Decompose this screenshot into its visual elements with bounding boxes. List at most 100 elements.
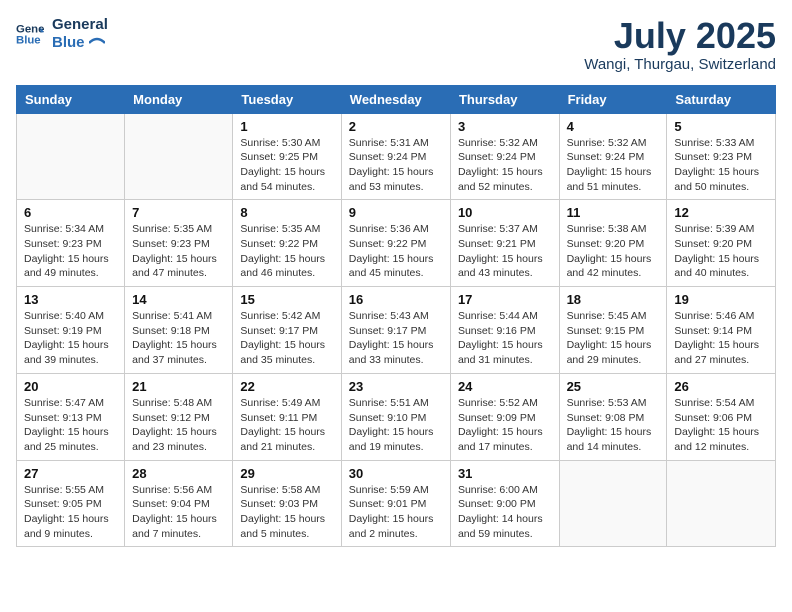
calendar-cell: 5 Sunrise: 5:33 AMSunset: 9:23 PMDaylight… (667, 113, 776, 200)
day-number: 11 (567, 205, 660, 220)
day-info: Sunrise: 5:30 AMSunset: 9:25 PMDaylight:… (240, 136, 333, 195)
day-info: Sunrise: 5:58 AMSunset: 9:03 PMDaylight:… (240, 483, 333, 542)
month-year-title: July 2025 (584, 16, 776, 56)
weekday-header-tuesday: Tuesday (233, 85, 341, 113)
day-number: 4 (567, 119, 660, 134)
calendar-cell: 12 Sunrise: 5:39 AMSunset: 9:20 PMDayligh… (667, 200, 776, 287)
day-info: Sunrise: 5:53 AMSunset: 9:08 PMDaylight:… (567, 396, 660, 455)
logo: General Blue General Blue (16, 16, 108, 52)
weekday-header-friday: Friday (559, 85, 667, 113)
day-info: Sunrise: 5:52 AMSunset: 9:09 PMDaylight:… (458, 396, 552, 455)
calendar-cell: 2 Sunrise: 5:31 AMSunset: 9:24 PMDaylight… (341, 113, 450, 200)
weekday-header-sunday: Sunday (17, 85, 125, 113)
calendar-cell: 19 Sunrise: 5:46 AMSunset: 9:14 PMDayligh… (667, 287, 776, 374)
day-info: Sunrise: 5:45 AMSunset: 9:15 PMDaylight:… (567, 309, 660, 368)
svg-text:Blue: Blue (16, 35, 41, 47)
day-number: 16 (349, 292, 443, 307)
weekday-header-row: SundayMondayTuesdayWednesdayThursdayFrid… (17, 85, 776, 113)
day-number: 8 (240, 205, 333, 220)
day-info: Sunrise: 5:34 AMSunset: 9:23 PMDaylight:… (24, 222, 117, 281)
day-number: 1 (240, 119, 333, 134)
location-subtitle: Wangi, Thurgau, Switzerland (584, 56, 776, 73)
calendar-cell: 27Sunrise: 5:55 AMSunset: 9:05 PMDayligh… (17, 460, 125, 547)
day-number: 10 (458, 205, 552, 220)
logo-icon: General Blue (16, 20, 44, 48)
calendar-cell: 13Sunrise: 5:40 AMSunset: 9:19 PMDayligh… (17, 287, 125, 374)
day-info: Sunrise: 5:36 AMSunset: 9:22 PMDaylight:… (349, 222, 443, 281)
day-number: 7 (132, 205, 225, 220)
day-info: Sunrise: 5:31 AMSunset: 9:24 PMDaylight:… (349, 136, 443, 195)
calendar-cell: 22Sunrise: 5:49 AMSunset: 9:11 PMDayligh… (233, 373, 341, 460)
day-number: 5 (674, 119, 768, 134)
day-number: 6 (24, 205, 117, 220)
calendar-cell: 21 Sunrise: 5:48 AMSunset: 9:12 PMDayligh… (125, 373, 233, 460)
calendar-cell: 26 Sunrise: 5:54 AMSunset: 9:06 PMDayligh… (667, 373, 776, 460)
day-info: Sunrise: 5:32 AMSunset: 9:24 PMDaylight:… (567, 136, 660, 195)
day-info: Sunrise: 5:37 AMSunset: 9:21 PMDaylight:… (458, 222, 552, 281)
day-info: Sunrise: 5:59 AMSunset: 9:01 PMDaylight:… (349, 483, 443, 542)
day-info: Sunrise: 5:47 AMSunset: 9:13 PMDaylight:… (24, 396, 117, 455)
logo-text: General (52, 16, 108, 34)
day-info: Sunrise: 5:56 AMSunset: 9:04 PMDaylight:… (132, 483, 225, 542)
day-number: 25 (567, 379, 660, 394)
day-number: 2 (349, 119, 443, 134)
calendar-cell (125, 113, 233, 200)
day-number: 17 (458, 292, 552, 307)
weekday-header-thursday: Thursday (450, 85, 559, 113)
day-number: 31 (458, 466, 552, 481)
calendar-cell: 1 Sunrise: 5:30 AMSunset: 9:25 PMDaylight… (233, 113, 341, 200)
calendar-cell (559, 460, 667, 547)
calendar-cell: 25 Sunrise: 5:53 AMSunset: 9:08 PMDayligh… (559, 373, 667, 460)
day-info: Sunrise: 5:43 AMSunset: 9:17 PMDaylight:… (349, 309, 443, 368)
day-info: Sunrise: 5:41 AMSunset: 9:18 PMDaylight:… (132, 309, 225, 368)
calendar-cell: 24 Sunrise: 5:52 AMSunset: 9:09 PMDayligh… (450, 373, 559, 460)
calendar-cell: 10 Sunrise: 5:37 AMSunset: 9:21 PMDayligh… (450, 200, 559, 287)
day-info: Sunrise: 5:54 AMSunset: 9:06 PMDaylight:… (674, 396, 768, 455)
calendar-cell: 11 Sunrise: 5:38 AMSunset: 9:20 PMDayligh… (559, 200, 667, 287)
day-number: 19 (674, 292, 768, 307)
calendar-cell (667, 460, 776, 547)
calendar-cell: 3 Sunrise: 5:32 AMSunset: 9:24 PMDaylight… (450, 113, 559, 200)
day-number: 3 (458, 119, 552, 134)
day-info: Sunrise: 5:38 AMSunset: 9:20 PMDaylight:… (567, 222, 660, 281)
day-info: Sunrise: 5:48 AMSunset: 9:12 PMDaylight:… (132, 396, 225, 455)
weekday-header-wednesday: Wednesday (341, 85, 450, 113)
calendar-cell: 20 Sunrise: 5:47 AMSunset: 9:13 PMDayligh… (17, 373, 125, 460)
day-number: 29 (240, 466, 333, 481)
day-number: 14 (132, 292, 225, 307)
title-area: July 2025 Wangi, Thurgau, Switzerland (584, 16, 776, 73)
day-number: 12 (674, 205, 768, 220)
day-info: Sunrise: 5:32 AMSunset: 9:24 PMDaylight:… (458, 136, 552, 195)
day-number: 24 (458, 379, 552, 394)
day-info: Sunrise: 5:35 AMSunset: 9:22 PMDaylight:… (240, 222, 333, 281)
calendar-week-row: 1 Sunrise: 5:30 AMSunset: 9:25 PMDaylight… (17, 113, 776, 200)
day-number: 27 (24, 466, 117, 481)
day-number: 18 (567, 292, 660, 307)
calendar-cell: 23 Sunrise: 5:51 AMSunset: 9:10 PMDayligh… (341, 373, 450, 460)
day-info: Sunrise: 5:42 AMSunset: 9:17 PMDaylight:… (240, 309, 333, 368)
calendar-cell: 18 Sunrise: 5:45 AMSunset: 9:15 PMDayligh… (559, 287, 667, 374)
calendar-cell: 7Sunrise: 5:35 AMSunset: 9:23 PMDaylight… (125, 200, 233, 287)
day-number: 23 (349, 379, 443, 394)
day-number: 21 (132, 379, 225, 394)
day-number: 15 (240, 292, 333, 307)
calendar-cell: 29 Sunrise: 5:58 AMSunset: 9:03 PMDayligh… (233, 460, 341, 547)
calendar-cell: 9Sunrise: 5:36 AMSunset: 9:22 PMDaylight… (341, 200, 450, 287)
day-info: Sunrise: 5:33 AMSunset: 9:23 PMDaylight:… (674, 136, 768, 195)
day-number: 28 (132, 466, 225, 481)
day-info: Sunrise: 5:46 AMSunset: 9:14 PMDaylight:… (674, 309, 768, 368)
calendar-table: SundayMondayTuesdayWednesdayThursdayFrid… (16, 85, 776, 548)
calendar-week-row: 13Sunrise: 5:40 AMSunset: 9:19 PMDayligh… (17, 287, 776, 374)
day-number: 22 (240, 379, 333, 394)
day-info: Sunrise: 5:39 AMSunset: 9:20 PMDaylight:… (674, 222, 768, 281)
logo-swoosh-icon (89, 37, 105, 49)
calendar-cell: 8 Sunrise: 5:35 AMSunset: 9:22 PMDaylight… (233, 200, 341, 287)
calendar-cell: 15 Sunrise: 5:42 AMSunset: 9:17 PMDayligh… (233, 287, 341, 374)
day-info: Sunrise: 5:51 AMSunset: 9:10 PMDaylight:… (349, 396, 443, 455)
day-number: 26 (674, 379, 768, 394)
day-number: 20 (24, 379, 117, 394)
calendar-cell: 31Sunrise: 6:00 AMSunset: 9:00 PMDayligh… (450, 460, 559, 547)
svg-text:General: General (16, 23, 44, 35)
day-number: 13 (24, 292, 117, 307)
calendar-cell: 17Sunrise: 5:44 AMSunset: 9:16 PMDayligh… (450, 287, 559, 374)
